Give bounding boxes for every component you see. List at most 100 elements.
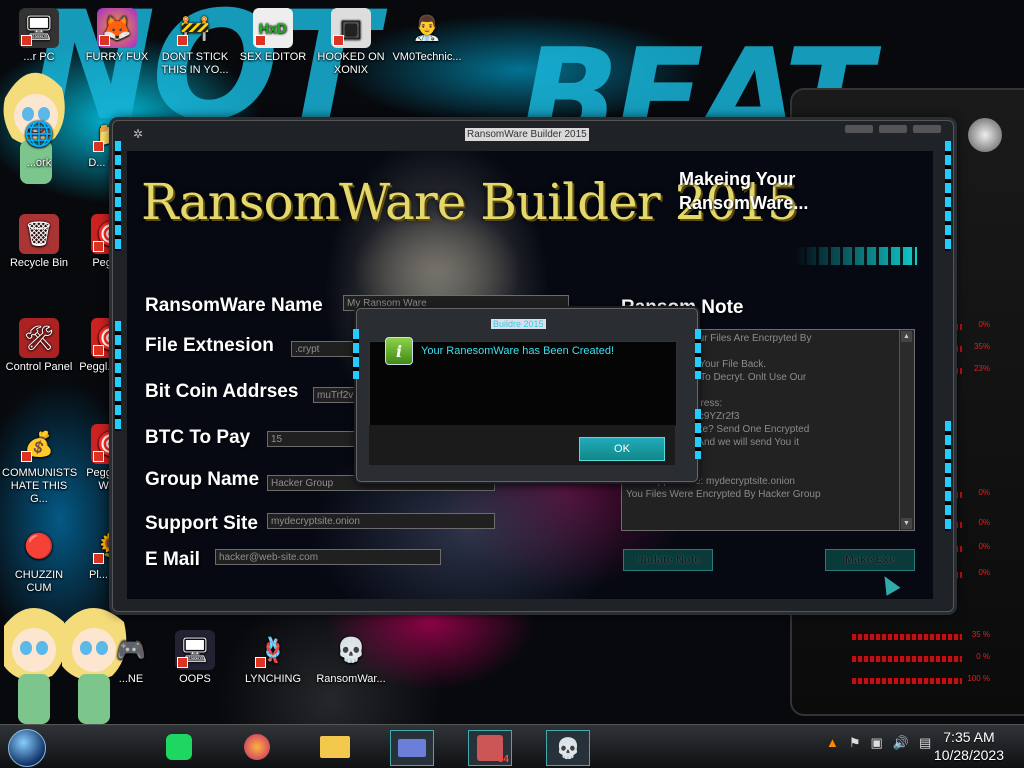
btc-amount-input[interactable]: 15 — [267, 431, 357, 447]
desktop: NOT BEAT 🖥 ...r PC 🦊 FURRY FUX 🚧 DONT ST… — [0, 0, 1024, 768]
desktop-icon-communists[interactable]: 💰 COMMUNISTS HATE THIS G... — [2, 424, 78, 506]
widget-value: 35% — [973, 342, 990, 351]
spotify-icon — [166, 734, 192, 760]
widget-value: 23% — [973, 364, 990, 373]
desktop-icon-game[interactable]: 🎮 ...NE — [94, 630, 168, 686]
email-label: E Mail — [145, 549, 200, 570]
taskbar: 64 💀 ▲ ⚑ ▣ 🔊 ▤ 7:35 AM 10/28/2023 — [0, 724, 1024, 768]
btc-amount-label: BTC To Pay — [145, 427, 251, 448]
money-bag-icon: 💰 — [19, 424, 59, 464]
network-icon[interactable]: ▣ — [871, 735, 883, 751]
taskbar-id-card[interactable] — [390, 730, 434, 766]
skull-icon: 💀 — [555, 737, 581, 760]
window-title: RansomWare Builder 2015 — [465, 128, 589, 141]
note-scrollbar[interactable]: ▲ ▼ — [899, 330, 914, 530]
cursor-icon — [877, 572, 901, 596]
icon-label: FURRY FUX — [85, 51, 149, 63]
icon-label: ...ork — [26, 157, 52, 169]
desktop-icon-oops[interactable]: 🖥 OOPS — [158, 630, 232, 686]
file-extension-input[interactable]: .crypt — [291, 341, 361, 357]
frame-stripe — [695, 329, 701, 379]
recycle-bin-icon: 🗑 — [19, 214, 59, 254]
taskbar-spotify[interactable] — [158, 730, 200, 764]
desktop-icon-firefox[interactable]: 🦊 FURRY FUX — [80, 8, 154, 64]
scroll-down-arrow-icon[interactable]: ▼ — [901, 518, 912, 529]
skull-icon: 💀 — [336, 636, 366, 664]
desktop-icon-vlc[interactable]: 🚧 DONT STICK THIS IN YO... — [158, 8, 232, 77]
icon-label: OOPS — [179, 673, 211, 685]
volume-icon[interactable]: 🔊 — [893, 735, 909, 751]
app-tray-icon[interactable]: ▲ — [826, 735, 839, 751]
ok-button[interactable]: OK — [579, 437, 665, 461]
ransomware-name-label: RansomWare Name — [145, 295, 323, 316]
hxd-icon: HxD — [253, 8, 293, 48]
chuzzle-icon: 🔴 — [24, 532, 54, 560]
desktop-icon-xonix[interactable]: ▣ HOOKED ON XONIX — [314, 8, 388, 77]
icon-label: COMMUNISTS HATE THIS G... — [2, 467, 78, 505]
email-input[interactable]: hacker@web-site.com — [215, 549, 441, 565]
icon-label: Control Panel — [5, 361, 73, 373]
icon-label: VM0Technic... — [392, 51, 462, 63]
title-bar[interactable]: ✲ RansomWare Builder 2015 — [113, 121, 953, 147]
desktop-icon-vm-technician[interactable]: 👨‍⚕️ VM0Technic... — [390, 8, 464, 64]
id-card-icon — [398, 739, 426, 757]
traffic-cone-icon: 🚧 — [175, 8, 215, 48]
widget-value: 0 % — [976, 652, 990, 661]
maximize-button[interactable] — [879, 125, 907, 133]
widget-value: 0% — [978, 488, 990, 497]
desktop-icon-network[interactable]: 🌐 ...ork — [2, 114, 76, 170]
clock[interactable]: 7:35 AM 10/28/2023 — [934, 728, 1004, 764]
icon-label: Recycle Bin — [9, 257, 69, 269]
icon-label: ...NE — [118, 673, 144, 685]
alien-logo-icon — [968, 118, 1002, 152]
frame-stripe — [945, 421, 951, 531]
taskbar-ransomware[interactable]: 💀 — [546, 730, 590, 766]
desktop-icon-recycle-bin[interactable]: 🗑 Recycle Bin — [2, 214, 76, 270]
icon-label: SEX EDITOR — [239, 51, 307, 63]
doctor-icon: 👨‍⚕️ — [412, 14, 442, 42]
flag-icon[interactable]: ⚑ — [849, 735, 861, 751]
minimize-button[interactable] — [845, 125, 873, 133]
support-site-input[interactable]: mydecryptsite.onion — [267, 513, 495, 529]
info-icon: i — [385, 337, 413, 365]
make-exe-button[interactable]: Make Exe — [825, 549, 915, 571]
file-extension-label: File Extnesion — [145, 335, 274, 356]
support-site-label: Support Site — [145, 513, 258, 534]
firefox-icon: 🦊 — [97, 8, 137, 48]
icon-label: DONT STICK THIS IN YO... — [161, 51, 229, 76]
progress-indicator — [795, 247, 917, 265]
desktop-icon-control-panel[interactable]: 🛠 Control Panel — [2, 318, 76, 374]
desktop-icon-lynching[interactable]: 🪢 LYNCHING — [236, 630, 310, 686]
start-button[interactable] — [8, 729, 46, 767]
widget-value: 0% — [978, 568, 990, 577]
close-button[interactable] — [913, 125, 941, 133]
folder-icon — [320, 736, 350, 758]
frame-stripe — [353, 329, 359, 379]
icon-label: CHUZZIN CUM — [14, 569, 64, 594]
frame-stripe — [945, 141, 951, 251]
action-center-icon[interactable]: ▤ — [919, 735, 931, 751]
dialog-title: Buildre 2015 — [491, 319, 546, 329]
icon-label: RansomWar... — [316, 673, 386, 685]
desktop-icon-chuzzle[interactable]: 🔴 CHUZZIN CUM — [2, 526, 76, 595]
update-note-button[interactable]: Update Note — [623, 549, 713, 571]
taskbar-file-explorer[interactable] — [314, 730, 356, 764]
btc-address-label: Bit Coin Addrses — [145, 381, 299, 402]
taskbar-firefox[interactable] — [236, 730, 278, 764]
status-text: Makeing Your RansomWare... — [679, 169, 809, 213]
window-controls — [845, 125, 941, 133]
control-panel-icon: 🛠 — [19, 318, 59, 358]
desktop-icon-this-pc[interactable]: 🖥 ...r PC — [2, 8, 76, 64]
taskbar-avatar[interactable]: 64 — [468, 730, 512, 766]
scroll-up-arrow-icon[interactable]: ▲ — [901, 331, 912, 342]
note-line: You Files Were Encrypted By Hacker Group — [626, 489, 821, 500]
icon-label: LYNCHING — [244, 673, 302, 685]
frame-stripe — [115, 141, 121, 251]
gear-icon[interactable]: ✲ — [133, 127, 147, 141]
widget-value: 0% — [978, 320, 990, 329]
firefox-icon — [244, 734, 270, 760]
desktop-icon-hex-editor[interactable]: HxD SEX EDITOR — [236, 8, 310, 64]
monitor-icon: 🖥 — [175, 630, 215, 670]
desktop-icon-ransomware[interactable]: 💀 RansomWar... — [314, 630, 388, 686]
xonix-icon: ▣ — [331, 8, 371, 48]
